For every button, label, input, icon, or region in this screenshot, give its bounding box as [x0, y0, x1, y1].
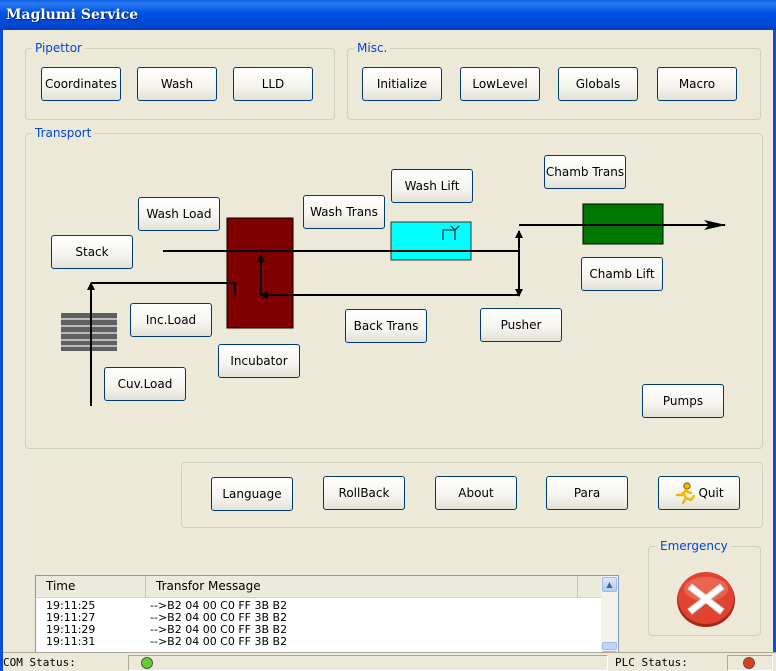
rollback-button[interactable]: RollBack: [323, 476, 405, 510]
emergency-legend: Emergency: [657, 539, 731, 553]
quit-label: Quit: [698, 486, 724, 500]
main-window: Pipettor Coordinates Wash LLD Misc. Init…: [0, 30, 776, 671]
pumps-button[interactable]: Pumps: [642, 384, 724, 418]
title-bar: Maglumi Service: [0, 0, 776, 30]
stack-button[interactable]: Stack: [51, 235, 133, 269]
quit-button[interactable]: Quit: [658, 476, 740, 510]
log-row[interactable]: 19:11:29 -->B2 04 00 C0 FF 3B B2: [36, 624, 602, 636]
log-row[interactable]: 19:11:25 -->B2 04 00 C0 FF 3B B2: [36, 600, 602, 612]
inc-load-button[interactable]: Inc.Load: [130, 303, 212, 337]
wash-load-button[interactable]: Wash Load: [138, 197, 220, 231]
column-message[interactable]: Transfor Message: [146, 576, 578, 597]
wash-lift-button[interactable]: Wash Lift: [391, 169, 473, 203]
wash-station-block: [390, 221, 472, 261]
scroll-up-arrow-icon[interactable]: ▲: [602, 577, 617, 592]
com-status-led-icon: [141, 657, 153, 669]
log-row[interactable]: 19:11:27 -->B2 04 00 C0 FF 3B B2: [36, 612, 602, 624]
com-status-label: COM Status:: [3, 656, 76, 669]
log-time: 19:11:31: [46, 635, 96, 648]
log-row[interactable]: 19:11:31 -->B2 04 00 C0 FF 3B B2: [36, 636, 602, 648]
column-time[interactable]: Time: [36, 576, 146, 597]
log-message: -->B2 04 00 C0 FF 3B B2: [150, 635, 288, 648]
cuv-load-button[interactable]: Cuv.Load: [104, 367, 186, 401]
plc-status-led-icon: [743, 657, 755, 669]
com-status-cell: [128, 655, 608, 671]
chamb-trans-button[interactable]: Chamb Trans: [544, 155, 626, 189]
log-header: Time Transfor Message: [36, 576, 602, 598]
wash-trans-button[interactable]: Wash Trans: [303, 195, 385, 229]
window-title: Maglumi Service: [6, 7, 139, 23]
para-button[interactable]: Para: [546, 476, 628, 510]
scroll-thumb[interactable]: [602, 642, 617, 650]
language-button[interactable]: Language: [211, 477, 293, 511]
running-man-icon: [676, 482, 696, 504]
cuvette-stack-icon: [61, 313, 117, 351]
stop-x-icon[interactable]: [674, 567, 738, 629]
chamb-lift-button[interactable]: Chamb Lift: [581, 257, 663, 291]
incubator-button[interactable]: Incubator: [218, 344, 300, 378]
about-button[interactable]: About: [435, 476, 517, 510]
pusher-button[interactable]: Pusher: [480, 308, 562, 342]
plc-status-label: PLC Status:: [615, 656, 688, 669]
back-trans-button[interactable]: Back Trans: [345, 309, 427, 343]
status-bar: COM Status: PLC Status:: [3, 652, 776, 671]
